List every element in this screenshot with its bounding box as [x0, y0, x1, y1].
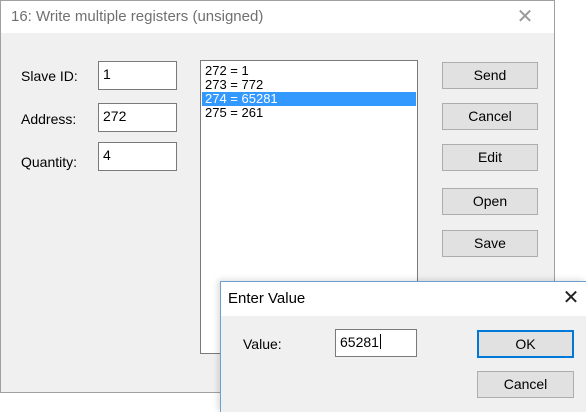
cancel-button[interactable]: Cancel: [477, 371, 574, 398]
close-icon[interactable]: ✕: [511, 5, 539, 29]
enter-value-title: Enter Value: [228, 290, 306, 307]
address-input[interactable]: 272: [98, 103, 177, 132]
dialog-title: 16: Write multiple registers (unsigned): [11, 8, 264, 25]
value-label: Value:: [243, 336, 282, 352]
close-icon[interactable]: ✕: [557, 286, 585, 310]
list-item[interactable]: 272 = 1: [202, 64, 416, 78]
dialog-title-bar[interactable]: 16: Write multiple registers (unsigned) …: [1, 1, 554, 33]
open-button[interactable]: Open: [442, 188, 538, 215]
list-item-selected[interactable]: 274 = 65281: [202, 92, 416, 106]
quantity-label: Quantity:: [21, 154, 78, 170]
enter-value-dialog: Enter Value ✕ Value: 65281 OK Cancel: [220, 281, 586, 412]
edit-button[interactable]: Edit: [442, 144, 538, 171]
text-cursor: [379, 334, 381, 349]
value-text: 65281: [340, 334, 379, 350]
address-label: Address:: [21, 111, 77, 127]
list-item[interactable]: 273 = 772: [202, 78, 416, 92]
cancel-button[interactable]: Cancel: [442, 103, 538, 130]
list-item[interactable]: 275 = 261: [202, 106, 416, 120]
ok-button[interactable]: OK: [477, 330, 574, 358]
slave-id-label: Slave ID:: [21, 68, 78, 84]
quantity-input[interactable]: 4: [98, 142, 177, 171]
value-input[interactable]: 65281: [335, 329, 417, 357]
send-button[interactable]: Send: [442, 62, 538, 89]
enter-value-title-bar[interactable]: Enter Value ✕: [221, 282, 586, 316]
save-button[interactable]: Save: [442, 230, 538, 257]
slave-id-input[interactable]: 1: [98, 61, 177, 90]
